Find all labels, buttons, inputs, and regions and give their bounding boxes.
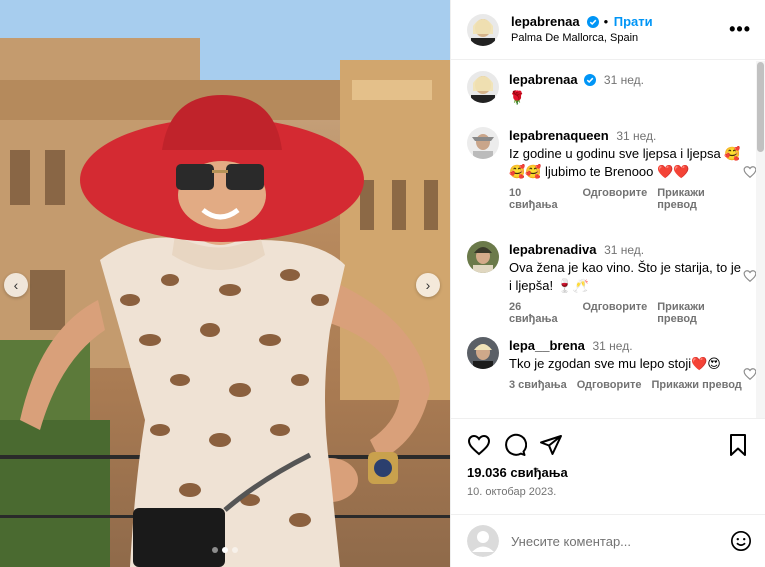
comment-time[interactable]: 31 нед. xyxy=(616,129,656,143)
comment-composer xyxy=(451,514,765,567)
verified-badge-icon xyxy=(587,15,600,28)
follow-button[interactable]: Прати xyxy=(614,14,653,29)
verified-badge-icon xyxy=(584,74,597,86)
heart-icon[interactable] xyxy=(743,269,757,283)
heart-icon[interactable] xyxy=(743,367,757,381)
avatar[interactable] xyxy=(467,13,499,46)
avatar[interactable] xyxy=(467,127,499,159)
comment-item: lepabrenaqueen 31 нед. Iz godine u godin… xyxy=(467,127,757,211)
comment-username[interactable]: lepabrenadiva xyxy=(509,242,596,257)
post-actions: 19.036 свиђања 10. октобар 2023. xyxy=(451,418,765,514)
carousel-dot xyxy=(232,547,238,553)
comment-input[interactable] xyxy=(511,533,730,549)
comment-likes[interactable]: 3 свиђања xyxy=(509,379,567,391)
comment-text: Tko je zgodan sve mu lepo stoji❤️😍 xyxy=(509,356,721,371)
location-link[interactable]: Palma De Mallorca, Spain xyxy=(511,30,729,46)
more-options-icon[interactable]: ••• xyxy=(729,19,751,40)
post-header: lepabrenaa • Прати Palma De Mallorca, Sp… xyxy=(451,0,765,60)
carousel-dots xyxy=(0,547,450,553)
chevron-left-icon[interactable]: ‹ xyxy=(4,273,28,297)
heart-icon[interactable] xyxy=(743,165,757,179)
comment-text: Iz godine u godinu sve ljepsa i ljepsa 🥰… xyxy=(509,146,741,179)
comment-item: lepa__brena 31 нед. Tko je zgodan sve mu… xyxy=(467,337,757,391)
chevron-right-icon[interactable]: › xyxy=(416,273,440,297)
comment-likes[interactable]: 26 свиђања xyxy=(509,301,572,325)
comments-list: lepabrenaa 31 нед. 🌹 lepabrenaqueen 31 н… xyxy=(451,61,765,418)
avatar[interactable] xyxy=(467,337,499,369)
comment-username[interactable]: lepa__brena xyxy=(509,338,585,353)
caption-time[interactable]: 31 нед. xyxy=(604,73,644,87)
comment-icon[interactable] xyxy=(503,433,527,457)
comment-item: lepabrenadiva 31 нед. Ova žena je kao vi… xyxy=(467,241,757,325)
comment-likes[interactable]: 10 свиђања xyxy=(509,187,572,211)
comment-text: Ova žena je kao vino. Što je starija, to… xyxy=(509,260,741,293)
send-icon[interactable] xyxy=(539,433,563,457)
heart-icon[interactable] xyxy=(467,433,491,457)
scrollbar-thumb[interactable] xyxy=(757,62,764,152)
comment-username[interactable]: lepabrenaqueen xyxy=(509,128,609,143)
current-user-avatar xyxy=(467,525,499,557)
instagram-post-modal: ‹ › lepabrenaa • Прати Palma De Mallorca… xyxy=(0,0,765,567)
carousel-dot xyxy=(212,547,218,553)
caption-text: 🌹 xyxy=(509,90,526,105)
author-username[interactable]: lepabrenaa xyxy=(511,14,580,29)
comment-time[interactable]: 31 нед. xyxy=(593,339,633,353)
photo-scene xyxy=(0,0,450,567)
avatar[interactable] xyxy=(467,71,499,103)
post-date[interactable]: 10. октобар 2023. xyxy=(467,486,556,498)
comment-time[interactable]: 31 нед. xyxy=(604,243,644,257)
carousel-dot-active xyxy=(222,547,228,553)
like-count[interactable]: 19.036 свиђања xyxy=(467,465,568,480)
emoji-icon[interactable] xyxy=(730,530,752,552)
avatar[interactable] xyxy=(467,241,499,273)
reply-button[interactable]: Одговорите xyxy=(577,379,642,391)
translate-button[interactable]: Прикажи превод xyxy=(652,379,742,391)
caption-username[interactable]: lepabrenaa xyxy=(509,72,578,87)
post-side-panel: lepabrenaa • Прати Palma De Mallorca, Sp… xyxy=(450,0,765,567)
translate-button[interactable]: Прикажи превод xyxy=(657,301,747,325)
translate-button[interactable]: Прикажи превод xyxy=(657,187,747,211)
post-photo[interactable]: ‹ › xyxy=(0,0,450,567)
caption: lepabrenaa 31 нед. 🌹 xyxy=(467,71,747,107)
reply-button[interactable]: Одговорите xyxy=(582,187,647,211)
bookmark-icon[interactable] xyxy=(726,433,750,457)
reply-button[interactable]: Одговорите xyxy=(582,301,647,325)
